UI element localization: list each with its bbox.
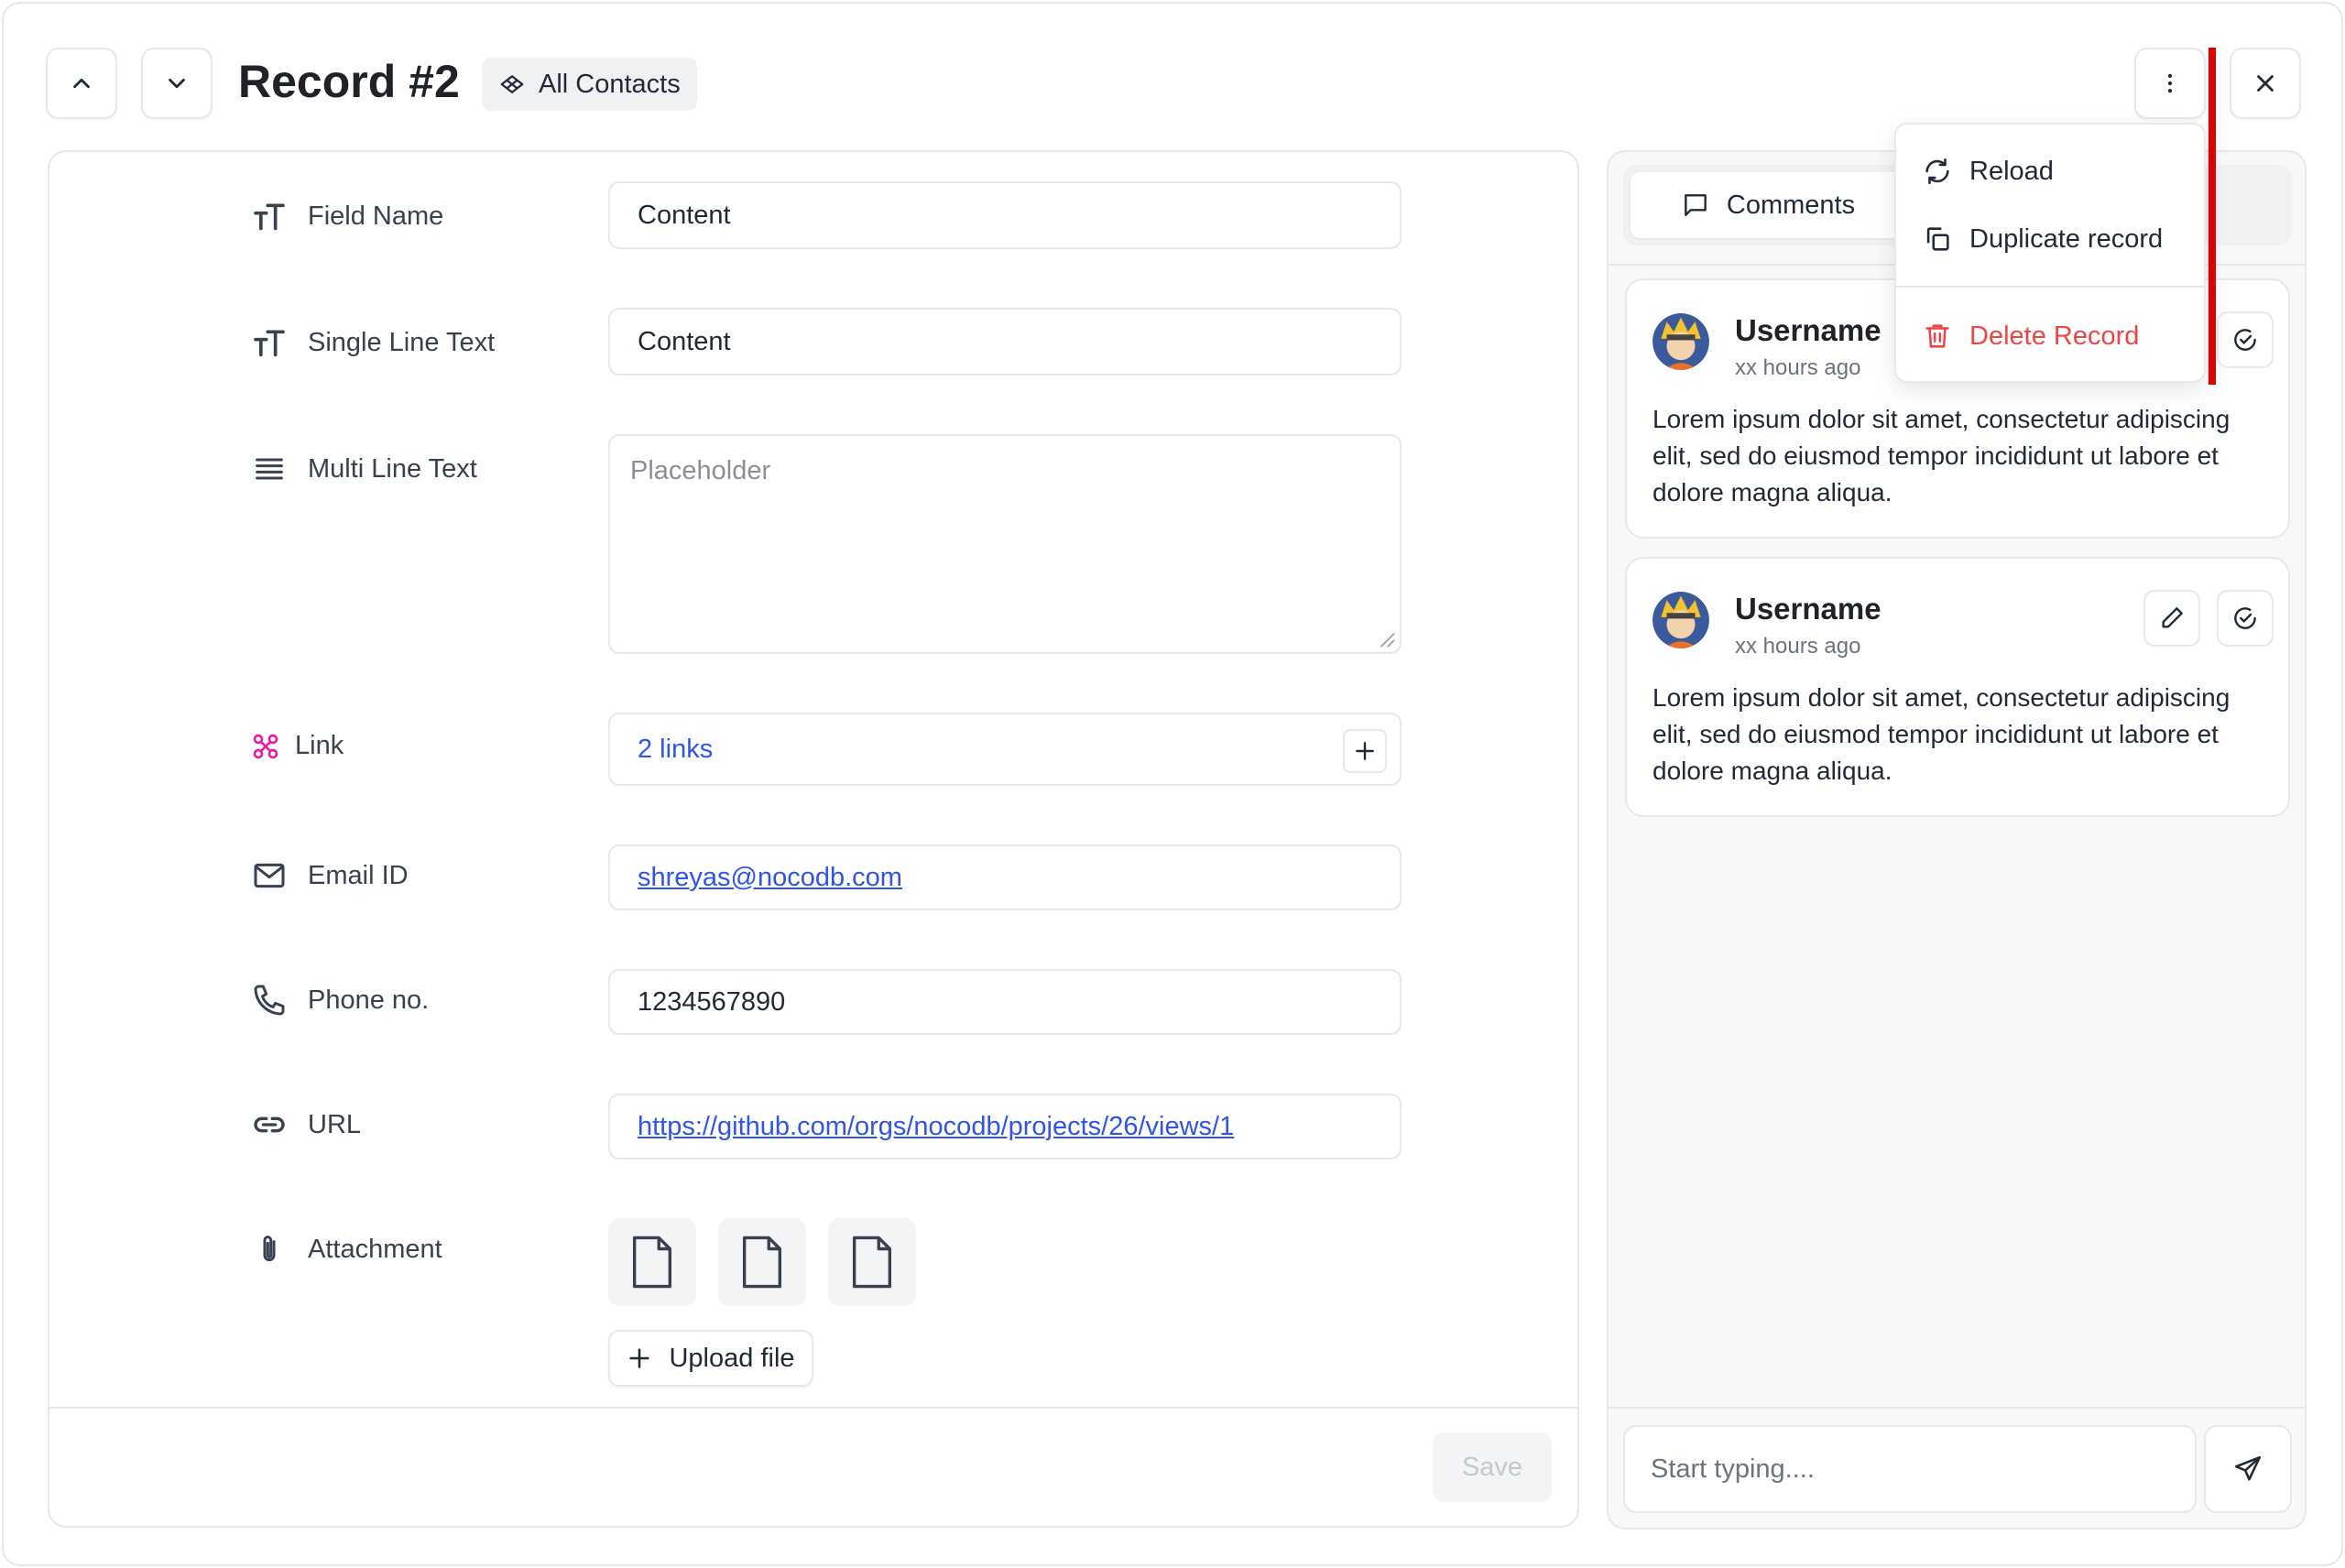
comment-input[interactable]: Start typing.... bbox=[1623, 1425, 2197, 1513]
multi-line-text-input[interactable]: Placeholder bbox=[608, 434, 1402, 654]
field-label-field-name: Field Name bbox=[251, 198, 443, 234]
comment-text: Lorem ipsum dolor sit amet, consectetur … bbox=[1652, 405, 2230, 506]
text-type-icon bbox=[254, 330, 285, 357]
phone-field[interactable]: 1234567890 bbox=[608, 969, 1402, 1035]
avatar bbox=[1652, 592, 1709, 648]
field-label-attachment: Attachment bbox=[251, 1231, 442, 1268]
view-chip[interactable]: All Contacts bbox=[482, 58, 697, 111]
previous-record-button[interactable] bbox=[46, 48, 117, 119]
mail-icon bbox=[254, 863, 285, 888]
comment-bubble-icon bbox=[1685, 194, 1707, 216]
phone-icon bbox=[254, 985, 285, 1016]
more-vertical-icon bbox=[2167, 73, 2173, 93]
close-icon bbox=[2257, 75, 2274, 92]
attachment-file-1[interactable] bbox=[608, 1218, 696, 1306]
resize-grip-icon[interactable] bbox=[1376, 628, 1396, 648]
field-label-email: Email ID bbox=[251, 857, 409, 894]
comment-timestamp: xx hours ago bbox=[1735, 355, 1861, 380]
resolve-comment-button[interactable] bbox=[2217, 590, 2274, 647]
comment-timestamp: xx hours ago bbox=[1735, 634, 1861, 659]
link-node-icon bbox=[253, 734, 278, 758]
close-button[interactable] bbox=[2230, 48, 2301, 119]
check-circle-icon bbox=[2234, 607, 2256, 629]
check-circle-icon bbox=[2234, 329, 2256, 351]
paperclip-icon bbox=[263, 1236, 276, 1262]
field-label-phone: Phone no. bbox=[251, 982, 429, 1018]
chain-link-icon bbox=[254, 1116, 285, 1133]
menu-item-duplicate[interactable]: Duplicate record bbox=[1922, 223, 2163, 255]
attachment-file-3[interactable] bbox=[828, 1218, 916, 1306]
trash-icon bbox=[1925, 324, 1949, 348]
more-options-menu: Reload Duplicate record Delete Record bbox=[1894, 123, 2206, 383]
file-icon bbox=[852, 1236, 892, 1289]
send-icon bbox=[2234, 1455, 2262, 1481]
file-icon bbox=[632, 1236, 672, 1289]
menu-divider bbox=[1896, 286, 2204, 288]
chevron-down-icon bbox=[169, 78, 185, 89]
single-line-text-input[interactable]: Content bbox=[608, 308, 1402, 376]
field-name-input[interactable]: Content bbox=[608, 181, 1402, 249]
record-expanded-window: Record #2 All Contacts Field Name Conten… bbox=[2, 2, 2343, 1566]
save-button[interactable]: Save bbox=[1433, 1432, 1552, 1502]
avatar bbox=[1652, 313, 1709, 370]
text-type-icon bbox=[254, 203, 285, 231]
email-field[interactable]: shreyas@nocodb.com bbox=[608, 844, 1402, 910]
edit-comment-button[interactable] bbox=[2143, 590, 2200, 647]
grid-view-icon bbox=[500, 75, 524, 93]
comment-input-divider bbox=[1609, 1407, 2305, 1409]
attachment-file-2[interactable] bbox=[718, 1218, 806, 1306]
chevron-up-icon bbox=[73, 78, 90, 89]
plus-icon bbox=[1356, 742, 1374, 760]
user-avatar-icon bbox=[1652, 592, 1709, 648]
link-field[interactable]: 2 links bbox=[608, 713, 1402, 786]
menu-item-delete[interactable]: Delete Record bbox=[1922, 321, 2139, 352]
pencil-icon bbox=[2162, 607, 2183, 628]
file-icon bbox=[742, 1236, 782, 1289]
field-label-multi-line: Multi Line Text bbox=[251, 451, 477, 487]
comment-text: Lorem ipsum dolor sit amet, consectetur … bbox=[1652, 683, 2230, 785]
paragraph-lines-icon bbox=[256, 458, 283, 480]
more-options-button[interactable] bbox=[2134, 48, 2206, 119]
comment-username: Username bbox=[1735, 592, 1881, 626]
annotation-red-bar bbox=[2209, 48, 2216, 385]
record-title: Record #2 bbox=[238, 56, 460, 107]
view-chip-label: All Contacts bbox=[539, 69, 681, 99]
field-label-link: Link bbox=[251, 731, 344, 761]
form-footer-divider bbox=[49, 1407, 1577, 1409]
add-link-button[interactable] bbox=[1343, 729, 1387, 773]
reload-icon bbox=[1925, 158, 1949, 185]
field-label-single-line: Single Line Text bbox=[251, 324, 495, 361]
url-field[interactable]: https://github.com/orgs/nocodb/projects/… bbox=[608, 1094, 1402, 1160]
upload-file-button[interactable]: Upload file bbox=[608, 1330, 813, 1387]
comment-username: Username bbox=[1735, 313, 1881, 347]
resolve-comment-button[interactable] bbox=[2217, 311, 2274, 368]
copy-icon bbox=[1926, 227, 1949, 251]
plus-icon bbox=[629, 1348, 650, 1368]
tab-comments[interactable]: Comments bbox=[1631, 172, 1905, 238]
comment-card: Username xx hours ago Lorem ipsum dolor … bbox=[1625, 557, 2290, 817]
next-record-button[interactable] bbox=[141, 48, 213, 119]
record-form: Field Name Content Single Line Text Cont… bbox=[48, 150, 1579, 1528]
user-avatar-icon bbox=[1652, 313, 1709, 370]
field-label-url: URL bbox=[251, 1106, 361, 1143]
menu-item-reload[interactable]: Reload bbox=[1922, 156, 2054, 187]
send-comment-button[interactable] bbox=[2204, 1425, 2292, 1513]
